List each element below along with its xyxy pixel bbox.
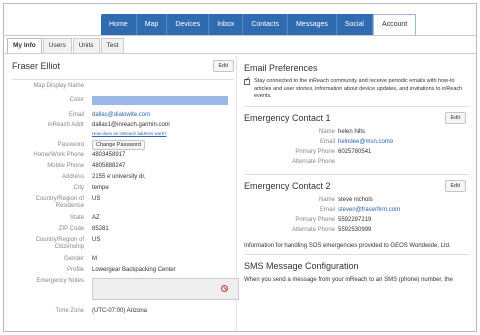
ec1-name-row: Name helen hilts: [318, 128, 366, 135]
profile-panel: Fraser Elliot Edit Map Display Name Colo…: [12, 59, 239, 331]
ec1-email-row: Email helndee@msn.como: [319, 138, 394, 145]
nav-tab-messages[interactable]: Messages: [288, 14, 337, 35]
top-nav: Home Map Devices Inbox Contacts Messages…: [101, 14, 417, 35]
email-opt-in-text: Stay connected to the inReach community …: [254, 78, 463, 99]
nav-tab-social[interactable]: Social: [337, 14, 373, 35]
color-swatch: [92, 96, 228, 105]
ec2-name-row: Name steve nichols: [318, 196, 373, 203]
ec1-edit-button[interactable]: Edit: [444, 111, 466, 124]
ec2-title: Emergency Contact 2: [244, 180, 331, 191]
profile-email-link[interactable]: dallas@dialowite.com: [92, 112, 150, 119]
ec1-alt-row: Alternate Phone: [291, 158, 335, 165]
subtab-test[interactable]: Test: [100, 38, 125, 53]
ec2-alt-row: Alternate Phone 5592530999: [291, 226, 372, 233]
email-opt-in-checkbox[interactable]: [244, 77, 250, 85]
inreach-address-help-link[interactable]: How does an inReach address work?: [92, 131, 167, 136]
ec2-edit-button[interactable]: Edit: [444, 179, 466, 192]
change-password-button[interactable]: Change Password: [92, 140, 145, 150]
ec1-email-link[interactable]: helndee@msn.como: [338, 139, 393, 145]
ec2-email-link[interactable]: steven@fraserfirm.com: [338, 207, 400, 213]
profile-edit-button[interactable]: Edit: [212, 60, 234, 72]
account-subtabs: My Info Users Units Test: [7, 38, 125, 53]
nav-tab-map[interactable]: Map: [137, 14, 168, 35]
subtab-users[interactable]: Users: [42, 38, 72, 53]
account-page: Home Map Devices Inbox Contacts Messages…: [3, 3, 477, 332]
contacts-panel: Email Preferences Stay connected to the …: [244, 59, 470, 284]
nav-tab-devices[interactable]: Devices: [167, 14, 210, 35]
sms-config-text: When you send a message from your inReac…: [244, 276, 453, 283]
nav-tab-inbox[interactable]: Inbox: [209, 14, 244, 35]
section-divider: [244, 253, 470, 255]
profile-divider: [12, 79, 234, 80]
profile-name: Fraser Elliot: [12, 61, 61, 71]
nav-divider: [4, 35, 476, 36]
section-divider: [244, 105, 470, 107]
section-divider: [244, 173, 470, 175]
nav-tab-account[interactable]: Account: [372, 14, 417, 35]
nav-tab-contacts[interactable]: Contacts: [243, 14, 288, 35]
subtab-my-info[interactable]: My Info: [7, 38, 42, 53]
email-preferences-title: Email Preferences: [244, 63, 318, 73]
subtab-divider: [4, 53, 476, 54]
subtab-units[interactable]: Units: [72, 38, 100, 53]
ec2-primary-row: Primary Phone 5592297219: [295, 216, 372, 223]
not-allowed-icon: [221, 285, 228, 292]
ec1-primary-row: Primary Phone 6025780541: [295, 148, 372, 155]
ec1-header: Emergency Contact 1 Edit: [244, 111, 470, 126]
nav-tab-home[interactable]: Home: [101, 14, 137, 35]
ec1-title: Emergency Contact 1: [244, 112, 331, 123]
emergency-notes-box: [92, 278, 239, 300]
sms-config-title: SMS Message Configuration: [244, 260, 359, 271]
sos-info-text: Information for handling SOS emergencies…: [244, 242, 451, 249]
ec2-header: Emergency Contact 2 Edit: [244, 179, 470, 194]
ec2-email-row: Email steven@fraserfirm.com: [319, 206, 401, 213]
email-opt-in: Stay connected to the inReach community …: [244, 77, 470, 101]
